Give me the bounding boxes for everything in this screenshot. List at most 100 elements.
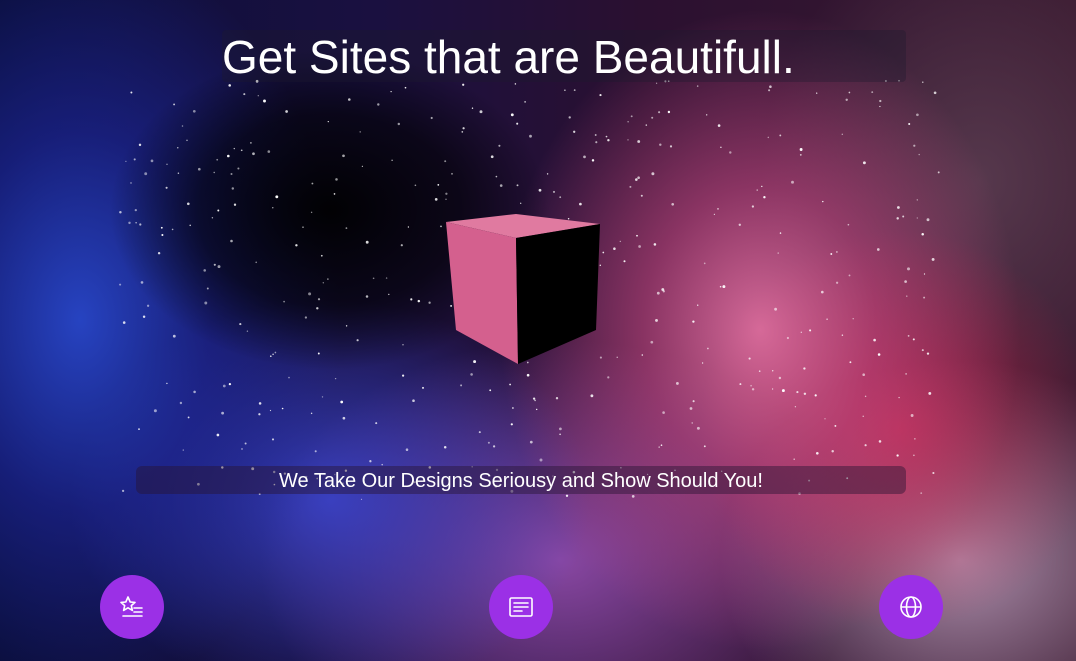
star-dot [377,103,380,106]
star-dot [490,155,494,159]
star-dot [400,244,403,247]
star-dot [619,240,621,243]
star-dot [565,494,569,497]
star-dot [327,278,329,280]
cube-side-face [516,224,600,364]
star-dot [803,367,806,370]
star-dot [221,411,225,415]
star-dot [478,431,481,434]
star-dot [623,260,626,263]
star-dot [579,202,582,206]
star-dot [616,356,618,358]
star-dot [524,101,526,103]
star-dot [703,262,706,265]
star-dot [862,415,864,417]
star-dot [658,446,660,448]
star-dot [445,192,448,195]
star-dot [499,184,503,187]
star-dot [722,285,726,289]
star-dot [407,226,410,228]
star-dot [696,85,699,87]
star-dot [659,143,662,146]
star-dot [135,222,137,224]
star-dot [931,257,935,261]
star-dot [217,265,221,269]
feature-1-button[interactable] [100,575,164,639]
star-dot [462,83,465,86]
star-dot [916,199,918,201]
star-dot [186,202,190,206]
star-dot [119,210,122,214]
star-dot [153,409,157,413]
star-dot [308,292,312,296]
star-dot [275,195,279,199]
star-dot [809,329,812,332]
star-dot [375,422,378,425]
star-dot [777,252,779,254]
star-dot [241,448,243,450]
star-dot [645,124,648,126]
star-dot [532,397,536,400]
star-dot [799,148,803,151]
star-dot [250,142,252,144]
star-dot [692,400,695,403]
star-dot [510,113,514,117]
star-dot [274,351,277,354]
star-dot [573,130,576,133]
star-dot [422,386,424,389]
star-dot [157,251,161,255]
star-dot [638,245,641,248]
hero-title-bar: Get Sites that are Beautifull. [222,30,906,82]
star-dot [388,293,390,296]
star-dot [791,180,794,184]
star-dot [706,114,708,116]
star-dot [928,391,932,395]
star-dot [404,86,407,89]
star-dot [907,267,910,271]
star-dot [138,428,140,430]
star-dot [233,147,235,150]
star-dot [830,253,833,255]
star-dot [921,349,924,352]
star-dot [345,325,348,327]
star-dot [751,388,755,391]
star-dot [160,226,163,229]
star-dot [573,89,576,91]
star-dot [630,115,633,118]
star-dot [933,91,937,95]
star-dot [822,200,824,203]
star-dot [826,318,828,321]
star-dot [906,295,908,297]
star-dot [800,331,802,333]
star-dot [552,190,556,193]
star-dot [871,91,874,94]
star-dot [922,81,924,83]
star-dot [140,281,144,284]
star-dot [916,113,919,117]
star-dot [641,354,644,356]
feature-3-button[interactable] [879,575,943,639]
star-dot [768,89,771,92]
star-dot [627,139,629,141]
star-dot [815,451,819,455]
star-dot [237,167,240,170]
star-dot [864,395,867,398]
star-dot [428,301,431,304]
star-dot [879,105,881,108]
document-text-icon [509,597,533,617]
star-dot [130,91,133,94]
star-dot [750,384,752,387]
feature-2-button[interactable] [489,575,553,639]
star-dot [320,254,323,257]
star-dot [671,202,675,206]
star-dot [914,438,916,440]
star-dot [391,159,393,161]
star-dot [166,163,168,166]
star-dot [849,361,852,364]
star-dot [697,304,699,306]
star-dot [568,116,571,119]
star-dot [128,221,131,225]
star-dot [877,353,881,356]
star-dot [713,213,716,216]
star-dot [636,234,638,237]
